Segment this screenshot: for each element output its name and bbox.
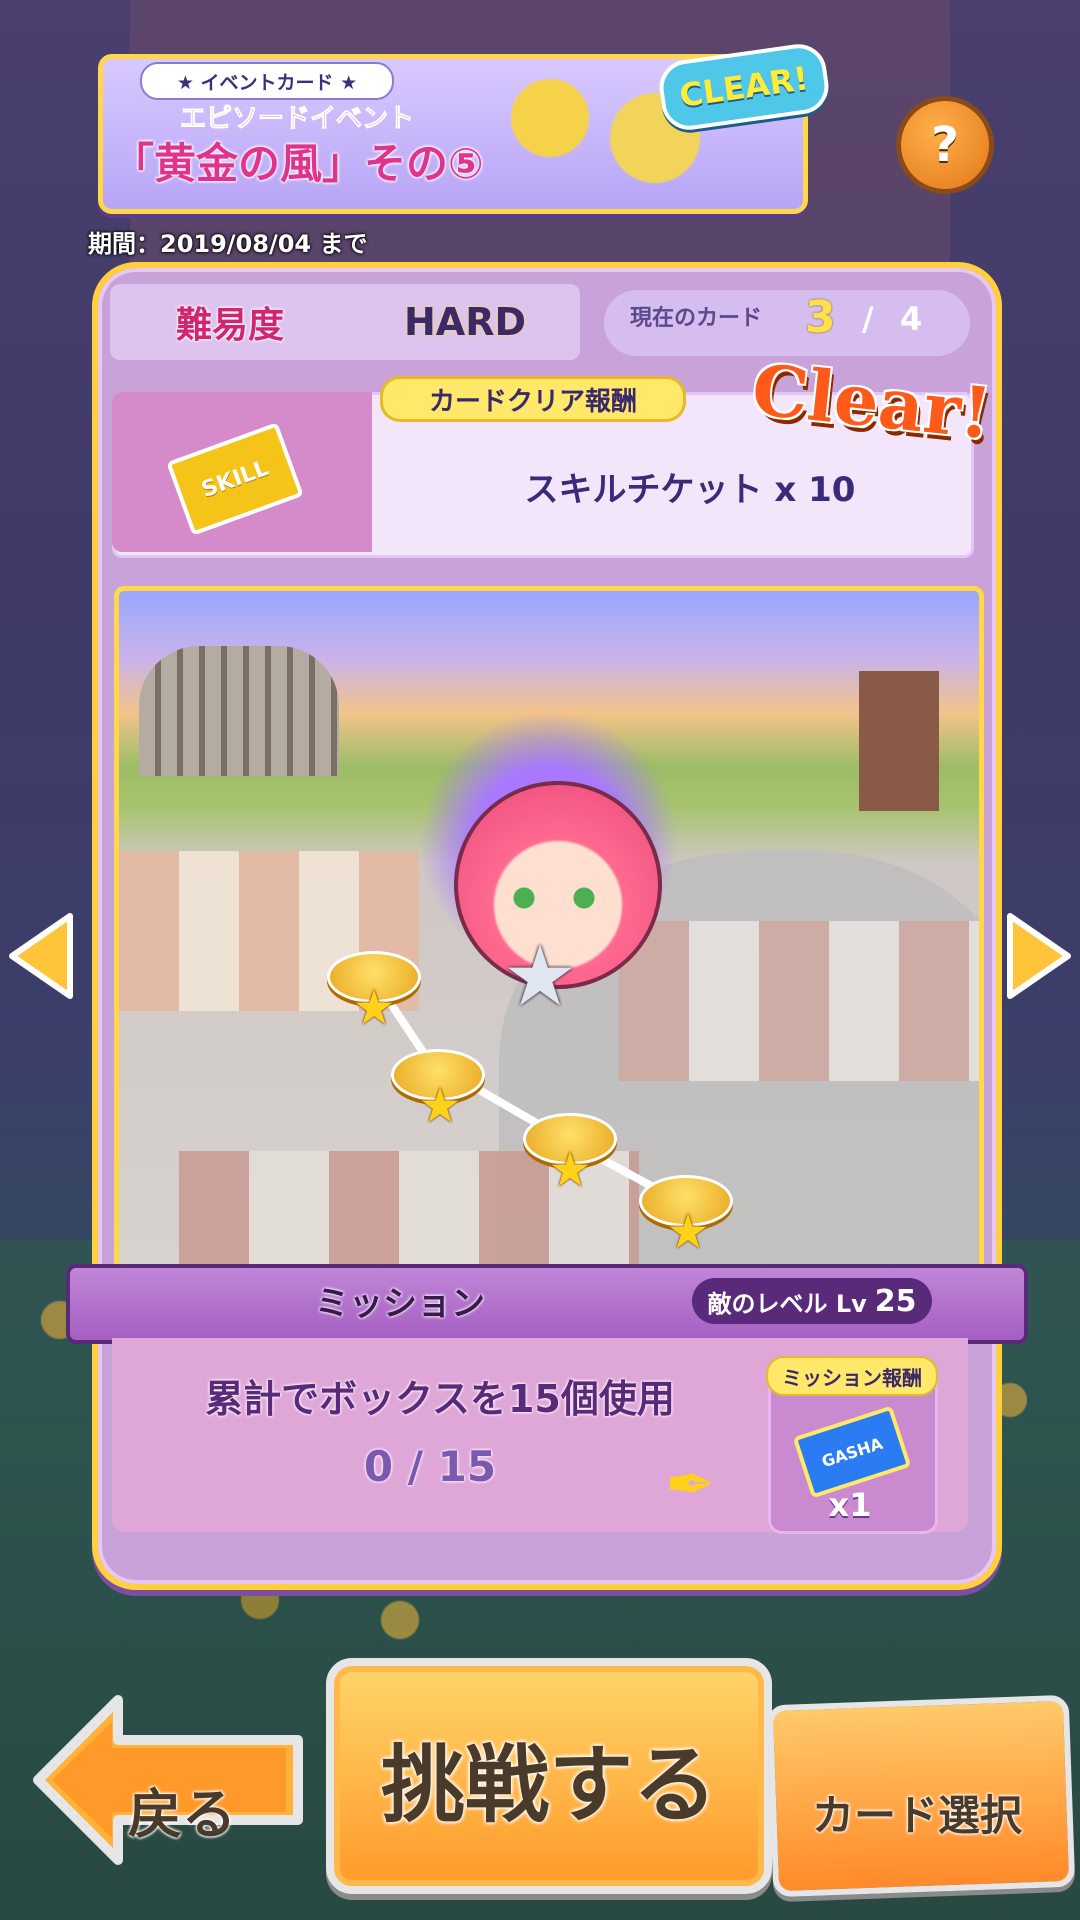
boss-eyes: [509, 886, 599, 910]
quill-icon: ✒: [664, 1450, 716, 1520]
challenge-button-label: 挑戦する: [380, 1736, 717, 1834]
star-icon: ★: [418, 1078, 462, 1134]
banner-title: 「黄金の風」その⑤: [112, 139, 484, 188]
card-select-button-label: カード選択: [811, 1791, 1022, 1840]
card-progress-label: 現在のカード: [630, 306, 763, 331]
star-icon: ★: [666, 1204, 710, 1260]
mission-label: ミッション: [315, 1284, 485, 1324]
mission-reward-count: x1: [828, 1486, 872, 1524]
event-period: 期間：2019/08/04 まで: [88, 230, 368, 258]
question-icon: ?: [931, 117, 959, 173]
star-icon: ★: [352, 980, 396, 1036]
previous-card-arrow-icon[interactable]: [6, 910, 76, 1002]
reward-text: スキルチケット x 10: [524, 470, 856, 510]
card-progress-current: 3: [805, 292, 836, 343]
mission-reward-title: ミッション報酬: [766, 1356, 938, 1396]
card-progress-total: 4: [900, 300, 923, 338]
enemy-level-badge: 敵のレベル Lv 25: [692, 1278, 932, 1324]
help-button[interactable]: ?: [896, 96, 994, 194]
stage-map: ★ ★ ★ ★ ★: [114, 586, 984, 1274]
banner-tag: ★ イベントカード ★: [140, 62, 394, 100]
mission-text: 累計でボックスを15個使用: [205, 1377, 675, 1421]
enemy-level-value: 25: [874, 1283, 917, 1319]
current-stage-star-icon[interactable]: ★: [495, 931, 585, 1021]
difficulty-label: 難易度: [175, 305, 284, 346]
mission-progress: 0 / 15: [363, 1442, 497, 1491]
difficulty-value: HARD: [403, 300, 526, 344]
enemy-level-label: 敵のレベル Lv: [707, 1289, 867, 1318]
star-icon: ★: [548, 1142, 592, 1198]
back-button-label: 戻る: [128, 1783, 236, 1846]
card-progress-separator: /: [862, 300, 874, 338]
next-card-arrow-icon[interactable]: [1004, 910, 1074, 1002]
reward-title: カードクリア報酬: [380, 376, 686, 422]
